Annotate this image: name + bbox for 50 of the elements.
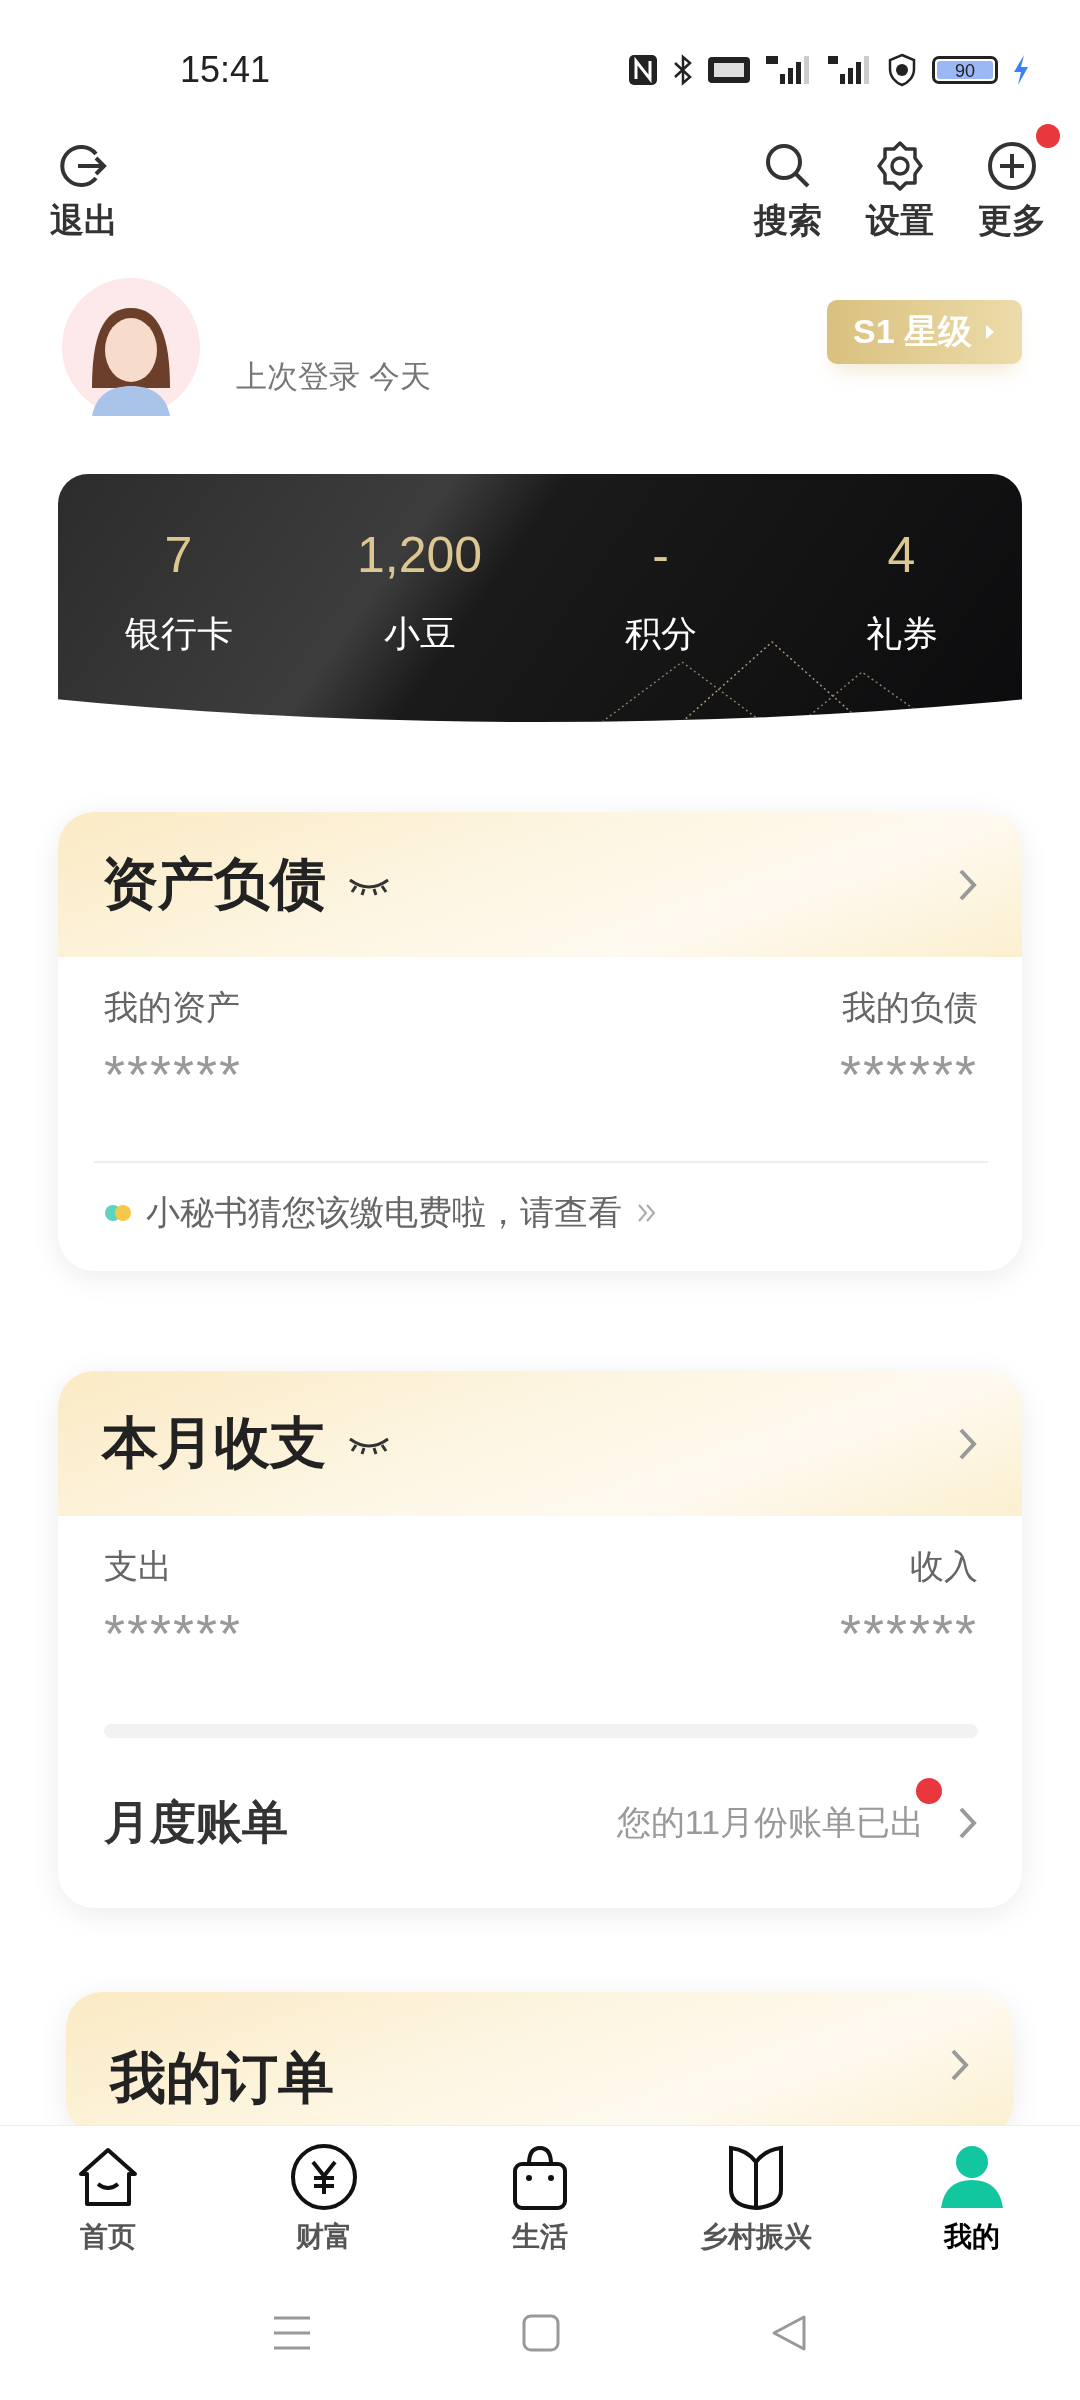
last-login-text: 上次登录 今天 (236, 358, 432, 396)
hidden-amount: ****** (839, 1043, 978, 1105)
nav-tab[interactable]: 首页 (0, 2126, 216, 2296)
asset-label: 我的资产 (104, 987, 240, 1028)
card-header[interactable]: 本月收支 (58, 1371, 1022, 1516)
chevron-right-icon[interactable] (950, 2047, 970, 2082)
nav-tab[interactable]: 乡村振兴 (648, 2126, 864, 2296)
stat-item[interactable]: 4 礼券 (781, 474, 1022, 722)
card-header[interactable]: 资产负债 (58, 812, 1022, 957)
hidden-amount: ****** (104, 1602, 243, 1664)
signal-icon (764, 54, 812, 86)
plus-icon (986, 140, 1038, 192)
chevron-right-icon[interactable] (958, 1426, 978, 1461)
liability-label: 我的负债 (842, 987, 978, 1028)
settings-icon (874, 140, 926, 192)
battery-icon: 90 (932, 56, 998, 84)
nfc-icon (628, 54, 658, 86)
card-title: 资产负债 (102, 850, 326, 917)
chevron-right-icon[interactable] (958, 1806, 978, 1840)
tip-link[interactable]: 小秘书猜您该缴电费啦，请查看 (104, 1163, 658, 1263)
search-button[interactable]: 搜索 (740, 124, 836, 244)
nav-tab[interactable]: 生活 (432, 2126, 648, 2296)
more-button[interactable]: 更多 (964, 124, 1060, 244)
card-title: 我的订单 (110, 2044, 334, 2111)
signal-icon (826, 54, 872, 86)
caret-icon (984, 323, 996, 341)
logout-button[interactable]: 退出 (36, 124, 132, 244)
hidden-amount: ****** (839, 1602, 978, 1664)
bluetooth-icon (672, 54, 694, 86)
double-chevron-icon (636, 1202, 658, 1224)
status-time: 15:41 (180, 49, 272, 91)
stat-item[interactable]: - 积分 (540, 474, 781, 722)
home-square-icon[interactable] (522, 2313, 560, 2352)
stat-item[interactable]: 1,200 小豆 (299, 474, 540, 722)
expense-label: 支出 (104, 1546, 172, 1587)
dots-icon (104, 1204, 132, 1222)
menu-icon[interactable] (272, 2314, 312, 2351)
monthly-bill-title: 月度账单 (104, 1795, 288, 1850)
chevron-right-icon[interactable] (958, 867, 978, 902)
hidden-amount: ****** (104, 1043, 243, 1105)
charging-icon (1012, 54, 1030, 86)
card-title: 本月收支 (102, 1409, 326, 1476)
nav-tab[interactable]: 财富 (216, 2126, 432, 2296)
shield-icon (886, 53, 918, 87)
yen-icon (289, 2142, 359, 2212)
stat-item[interactable]: 7 银行卡 (58, 474, 299, 722)
income-label: 收入 (910, 1546, 978, 1587)
back-icon[interactable] (770, 2313, 808, 2352)
settings-button[interactable]: 设置 (852, 124, 948, 244)
nav-tab[interactable]: 我的 (864, 2126, 1080, 2296)
